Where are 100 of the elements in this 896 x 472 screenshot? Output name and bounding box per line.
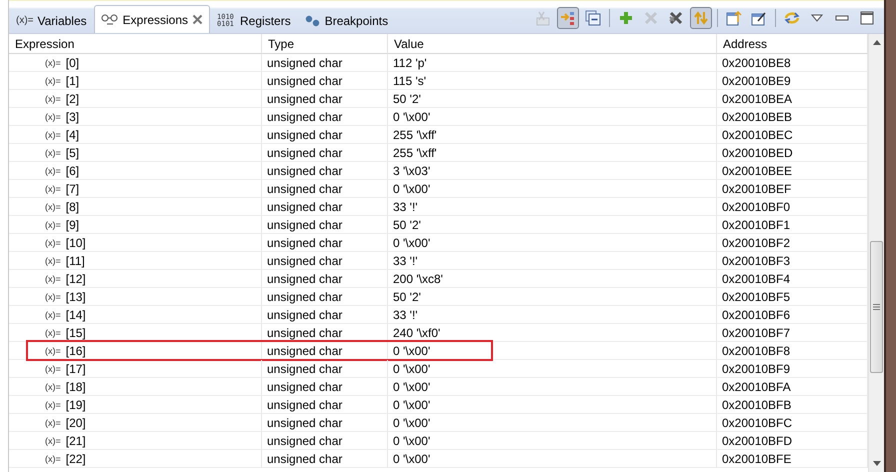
variable-icon: (x)= xyxy=(45,292,61,302)
value-cell: 0 '\x00' xyxy=(388,234,717,252)
expression-name: [18] xyxy=(66,380,86,394)
window-arrow-icon xyxy=(726,10,742,26)
expression-name: [13] xyxy=(66,290,86,304)
type-cell: unsigned char xyxy=(262,234,388,252)
column-header[interactable]: Value xyxy=(388,34,717,54)
column-header[interactable]: Type xyxy=(262,34,388,54)
type-cell: unsigned char xyxy=(262,306,388,324)
glasses-icon xyxy=(100,12,119,26)
type-cell: unsigned char xyxy=(262,288,388,306)
value-cell: 0 '\x00' xyxy=(388,432,717,450)
value-cell: 200 '\xc8' xyxy=(388,270,717,288)
expression-name: [8] xyxy=(66,200,80,214)
type-cell: unsigned char xyxy=(262,270,388,288)
variable-icon: (x)= xyxy=(45,454,61,464)
variable-icon: (x)= xyxy=(45,364,61,374)
type-cell: unsigned char xyxy=(262,342,388,360)
view-tab[interactable]: Breakpoints xyxy=(298,7,396,33)
variable-icon: (x)= xyxy=(45,274,61,284)
collapse-all-icon xyxy=(585,10,601,26)
type-cell: unsigned char xyxy=(262,144,388,162)
type-cell: unsigned char xyxy=(262,90,388,108)
scroll-thumb[interactable] xyxy=(870,241,883,373)
variable-icon: (x)= xyxy=(45,436,61,446)
type-cell: unsigned char xyxy=(262,324,388,342)
arrow-list-icon xyxy=(560,10,576,26)
view-tab[interactable]: (x)= Variables xyxy=(9,7,94,33)
expression-name: [1] xyxy=(66,74,80,88)
variable-icon: (x)= xyxy=(45,202,61,212)
remove-icon xyxy=(643,10,659,26)
expression-name: [22] xyxy=(66,452,86,466)
plus-icon xyxy=(618,10,634,26)
expression-name: [10] xyxy=(66,236,86,250)
type-cell: unsigned char xyxy=(262,414,388,432)
value-cell: 0 '\x00' xyxy=(388,414,717,432)
value-cell: 0 '\x00' xyxy=(388,396,717,414)
value-cell: 255 '\xff' xyxy=(388,144,717,162)
value-cell: 50 '2' xyxy=(388,216,717,234)
expression-name: [19] xyxy=(66,398,86,412)
up-arrow-icon[interactable] xyxy=(872,40,880,45)
type-cell: unsigned char xyxy=(262,180,388,198)
maximize-icon xyxy=(860,11,874,25)
down-arrow-icon[interactable] xyxy=(872,461,880,466)
value-cell: 255 '\xff' xyxy=(388,126,717,144)
type-cell: unsigned char xyxy=(262,162,388,180)
variable-icon: (x)= xyxy=(45,166,61,176)
variable-icon: (x)= xyxy=(45,418,61,428)
view-tab[interactable]: Expressions xyxy=(94,5,210,33)
dropdown-triangle-icon xyxy=(811,14,823,22)
expression-name: [5] xyxy=(66,146,80,160)
variable-icon: (x)= xyxy=(16,15,34,26)
value-cell: 0 '\x00' xyxy=(388,108,717,126)
value-cell: 0 '\x00' xyxy=(388,180,717,198)
variable-icon: (x)= xyxy=(45,76,61,86)
value-cell: 50 '2' xyxy=(388,288,717,306)
value-cell: 33 '!' xyxy=(388,198,717,216)
value-cell: 33 '!' xyxy=(388,306,717,324)
expression-name: [12] xyxy=(66,272,86,286)
variable-icon: (x)= xyxy=(45,94,61,104)
remove-all-icon xyxy=(668,10,684,26)
value-cell: 33 '!' xyxy=(388,252,717,270)
expression-name: [2] xyxy=(66,92,80,106)
value-cell: 0 '\x00' xyxy=(388,450,717,468)
close-icon[interactable] xyxy=(192,14,204,25)
type-cell: unsigned char xyxy=(262,54,388,72)
type-cell: unsigned char xyxy=(262,378,388,396)
type-cell: unsigned char xyxy=(262,450,388,468)
swap-arrows-icon xyxy=(693,10,709,26)
value-cell: 240 '\xf0' xyxy=(388,324,717,342)
expression-name: [16] xyxy=(66,344,86,358)
variable-icon: (x)= xyxy=(45,220,61,230)
variable-icon: (x)= xyxy=(45,346,61,356)
expression-name: [9] xyxy=(66,218,80,232)
type-cell: unsigned char xyxy=(262,432,388,450)
variable-icon: (x)= xyxy=(45,256,61,266)
variable-icon: (x)= xyxy=(45,58,61,68)
expression-name: [11] xyxy=(66,254,85,268)
value-cell: 115 's' xyxy=(388,72,717,90)
expression-name: [15] xyxy=(66,326,86,340)
type-cell: unsigned char xyxy=(262,126,388,144)
column-header[interactable]: Expression xyxy=(9,34,262,54)
expression-name: [6] xyxy=(66,164,80,178)
expression-name: [4] xyxy=(66,128,80,142)
variable-icon: (x)= xyxy=(45,382,61,392)
dots-icon xyxy=(304,14,321,26)
variable-icon: (x)= xyxy=(45,130,61,140)
vertical-scrollbar[interactable] xyxy=(868,34,884,472)
variable-icon: (x)= xyxy=(45,238,61,248)
expression-name: [21] xyxy=(66,434,86,448)
expression-name: [7] xyxy=(66,182,80,196)
type-cell: unsigned char xyxy=(262,216,388,234)
value-cell: 3 '\x03' xyxy=(388,162,717,180)
expression-name: [0] xyxy=(66,56,80,70)
expression-name: [14] xyxy=(66,308,86,322)
variable-icon: (x)= xyxy=(45,148,61,158)
variable-icon: (x)= xyxy=(45,328,61,338)
column-header[interactable]: Address xyxy=(717,34,868,54)
variable-icon: (x)= xyxy=(45,310,61,320)
type-cell: unsigned char xyxy=(262,252,388,270)
